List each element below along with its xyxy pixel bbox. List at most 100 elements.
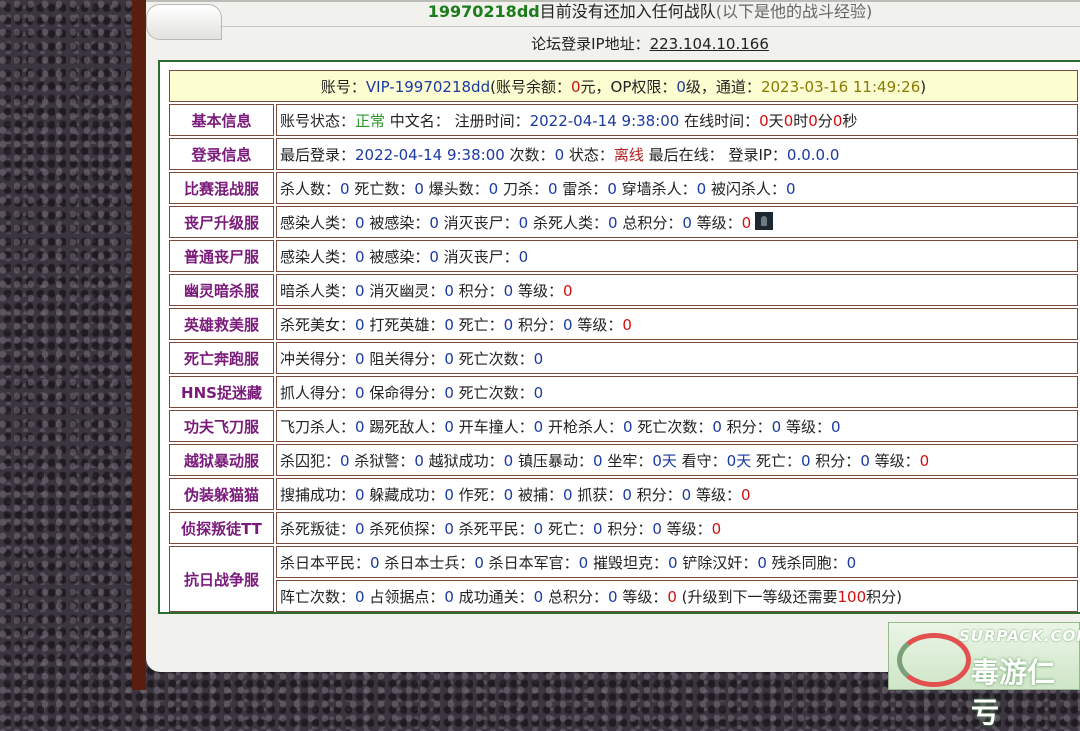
stat-value: 0 — [593, 451, 603, 470]
stat-label: 账号状态： — [280, 111, 356, 130]
row-values: 冲关得分：0 阻关得分：0 死亡次数：0 — [276, 342, 1078, 374]
row-values: 感染人类：0 被感染：0 消灭丧尸：0 — [276, 240, 1078, 272]
stat-value: 0 — [533, 417, 544, 436]
stat-value: 0 — [563, 315, 573, 334]
stat-label: 杀囚犯： — [280, 451, 341, 470]
stat-value: 0 — [533, 383, 544, 402]
stats-row: HNS捉迷藏 抓人得分：0 保命得分：0 死亡次数：0 — [169, 376, 1078, 408]
stat-value: 0 — [548, 179, 558, 198]
stat-value: 0 — [800, 451, 811, 470]
stat-value: 0 — [444, 417, 454, 436]
stat-label: 杀死侦探： — [364, 519, 445, 538]
stats-row: 英雄救美服 杀死美女：0 打死英雄：0 死亡：0 积分：0 等级：0 — [169, 308, 1078, 340]
row-values: 阵亡次数：0 占领据点：0 成功通关：0 总积分：0 等级：0 (升级到下一等级… — [276, 580, 1078, 612]
row-label: HNS捉迷藏 — [169, 376, 274, 408]
row-values: 最后登录：2022-04-14 9:38:00 次数：0 状态：离线 最后在线：… — [276, 138, 1078, 170]
left-border-bar — [132, 0, 146, 690]
stat-label: 雷杀： — [557, 179, 608, 198]
stat-value: 0 — [444, 383, 454, 402]
stat-label: 飞刀杀人： — [280, 417, 356, 436]
stat-value: 0 — [444, 349, 454, 368]
row-values: 感染人类：0 被感染：0 消灭丧尸：0 杀死人类：0 总积分：0 等级：0 — [276, 206, 1078, 238]
stat-label: 积分： — [631, 485, 682, 504]
stat-label: 积分) — [866, 587, 902, 606]
stat-value: 0 — [757, 553, 767, 572]
stat-label: 坐牢： — [602, 451, 653, 470]
account-id: VIP-19970218dd — [365, 77, 491, 96]
stat-label: 消灭丧尸： — [438, 247, 519, 266]
row-label: 登录信息 — [169, 138, 274, 170]
stat-value: 0 — [503, 451, 514, 470]
stat-label: 成功通关： — [453, 587, 534, 606]
stat-value: 0 — [340, 451, 350, 470]
stat-value: 0 — [783, 111, 794, 130]
stat-label: 铲除汉奸： — [677, 553, 758, 572]
stat-value: 0 — [355, 247, 365, 266]
stat-label: 死亡： — [543, 519, 593, 538]
stat-label: 死亡次数： — [453, 383, 534, 402]
stats-row: 侦探叛徒TT 杀死叛徒：0 杀死侦探：0 杀死平民：0 死亡：0 积分：0 等级：… — [169, 512, 1078, 544]
stat-value: 0 — [563, 281, 573, 300]
row-label: 伪装躲猫猫 — [169, 478, 274, 510]
stat-value: 0 — [712, 417, 722, 436]
stat-label: 积分： — [602, 519, 653, 538]
stat-label: 爆头数： — [423, 179, 489, 198]
stat-label: 在线时间： — [679, 111, 760, 130]
stat-label: 搜捕成功： — [280, 485, 356, 504]
stat-label: 作死： — [453, 485, 504, 504]
ip-value[interactable]: 223.104.10.166 — [650, 35, 769, 53]
stat-value: 0 — [444, 587, 454, 606]
stat-value: 0 — [518, 213, 529, 232]
stats-row: 基本信息 账号状态：正常 中文名： 注册时间：2022-04-14 9:38:00… — [169, 104, 1078, 136]
stat-label: 死亡数： — [349, 179, 415, 198]
stat-label: 状态： — [564, 145, 614, 164]
stat-value: 0 — [503, 315, 514, 334]
stat-value: 0 — [355, 519, 365, 538]
stat-label: 打死英雄： — [364, 315, 445, 334]
stat-label: (升级到下一等级还需要 — [676, 587, 838, 606]
stat-label: 总积分： — [543, 587, 608, 606]
stat-value: 0 — [682, 213, 692, 232]
row-label: 基本信息 — [169, 104, 274, 136]
stat-value: 离线 — [613, 145, 644, 164]
stat-label: 看守： — [676, 451, 727, 470]
stat-value: 0 — [429, 247, 439, 266]
stat-value: 0 — [355, 281, 365, 300]
stat-value: 0 — [593, 519, 603, 538]
stat-value: 100 — [837, 587, 867, 606]
stat-value: 0 — [503, 281, 514, 300]
stat-value: 0 — [919, 451, 930, 470]
account-prefix: 账号： — [320, 77, 366, 96]
stat-value: 0 — [860, 451, 870, 470]
stat-label: 开枪杀人： — [543, 417, 623, 436]
stat-value: 0 — [740, 485, 751, 504]
stat-value: 0 — [563, 485, 573, 504]
stat-label: 被感染： — [364, 247, 430, 266]
stat-label: 镇压暴动： — [513, 451, 593, 470]
stat-label: 开车撞人： — [453, 417, 534, 436]
row-label: 丧尸升级服 — [169, 206, 274, 238]
header-line: 19970218dd目前没有还加入任何战队(以下是他的战斗经验) — [220, 0, 1080, 27]
stat-value: 0 — [429, 213, 439, 232]
stats-row: 越狱暴动服 杀囚犯：0 杀狱警：0 越狱成功：0 镇压暴动：0 坐牢：0天 看守：… — [169, 444, 1078, 476]
balance-label: (账号余额： — [490, 77, 571, 96]
stat-label: 杀日本军官： — [483, 553, 579, 572]
stat-label: 消灭丧尸： — [438, 213, 519, 232]
row-values: 杀人数：0 死亡数：0 爆头数：0 刀杀：0 雷杀：0 穿墙杀人：0 被闪杀人：… — [276, 172, 1078, 204]
stat-value: 0 — [681, 485, 692, 504]
stat-label: 死亡： — [751, 451, 801, 470]
stat-label: 踢死敌人： — [364, 417, 445, 436]
row-values: 账号状态：正常 中文名： 注册时间：2022-04-14 9:38:00 在线时… — [276, 104, 1078, 136]
stats-row: 阵亡次数：0 占领据点：0 成功通关：0 总积分：0 等级：0 (升级到下一等级… — [169, 580, 1078, 612]
stat-label: 暗杀人类： — [280, 281, 356, 300]
stat-value: 0天 — [726, 451, 752, 470]
op-value: 0 — [676, 77, 686, 96]
row-label: 功夫飞刀服 — [169, 410, 274, 442]
stat-value: 0天 — [652, 451, 677, 470]
row-values: 杀死美女：0 打死英雄：0 死亡：0 积分：0 等级：0 — [276, 308, 1078, 340]
stat-value: 0 — [533, 519, 544, 538]
stat-value: 0 — [578, 553, 589, 572]
stat-label: 积分： — [513, 315, 563, 334]
stat-value: 0 — [608, 213, 618, 232]
page-curl-decoration — [146, 4, 222, 40]
